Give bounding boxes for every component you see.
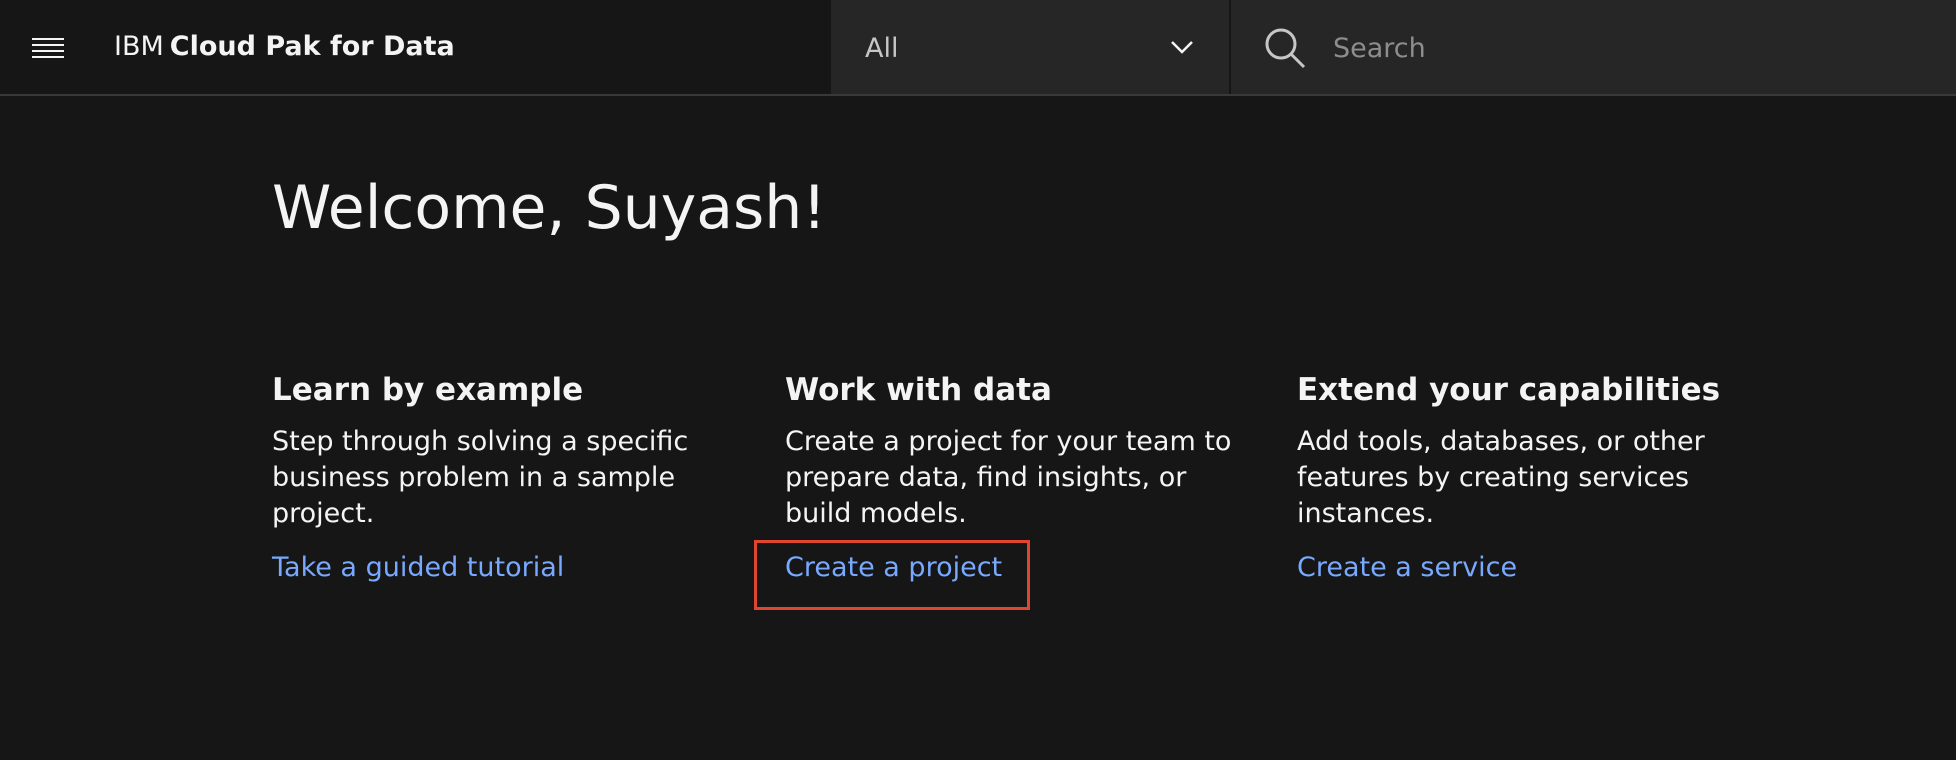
card-description: Add tools, databases, or other features … [1297, 426, 1705, 529]
hamburger-menu-icon[interactable] [18, 22, 78, 74]
page-title: Welcome, Suyash! [272, 173, 827, 243]
card-description: Step through solving a specific business… [272, 426, 689, 529]
search-input[interactable] [1331, 20, 1895, 76]
card-extend-capabilities: Extend your capabilities Add tools, data… [1297, 368, 1767, 586]
brand-prefix: IBM [114, 31, 164, 62]
chevron-down-icon [1171, 41, 1193, 54]
card-learn-by-example: Learn by example Step through solving a … [272, 368, 742, 586]
product-brand[interactable]: IBM Cloud Pak for Data [114, 30, 455, 64]
create-service-link[interactable]: Create a service [1297, 550, 1517, 586]
card-title: Learn by example [272, 372, 584, 408]
search-icon[interactable] [1263, 26, 1307, 70]
search-scope-dropdown[interactable]: All [831, 0, 1231, 94]
search-scope-value: All [865, 33, 899, 64]
guided-tutorial-link[interactable]: Take a guided tutorial [272, 550, 564, 586]
card-title: Work with data [785, 372, 1052, 408]
brand-name: Cloud Pak for Data [169, 31, 455, 62]
card-work-with-data: Work with data Create a project for your… [785, 368, 1255, 586]
card-title: Extend your capabilities [1297, 372, 1721, 408]
top-header: IBM Cloud Pak for Data All [0, 0, 1956, 96]
create-project-link[interactable]: Create a project [785, 550, 1002, 586]
search-bar [1231, 0, 1956, 94]
card-description: Create a project for your team to prepar… [785, 426, 1232, 529]
